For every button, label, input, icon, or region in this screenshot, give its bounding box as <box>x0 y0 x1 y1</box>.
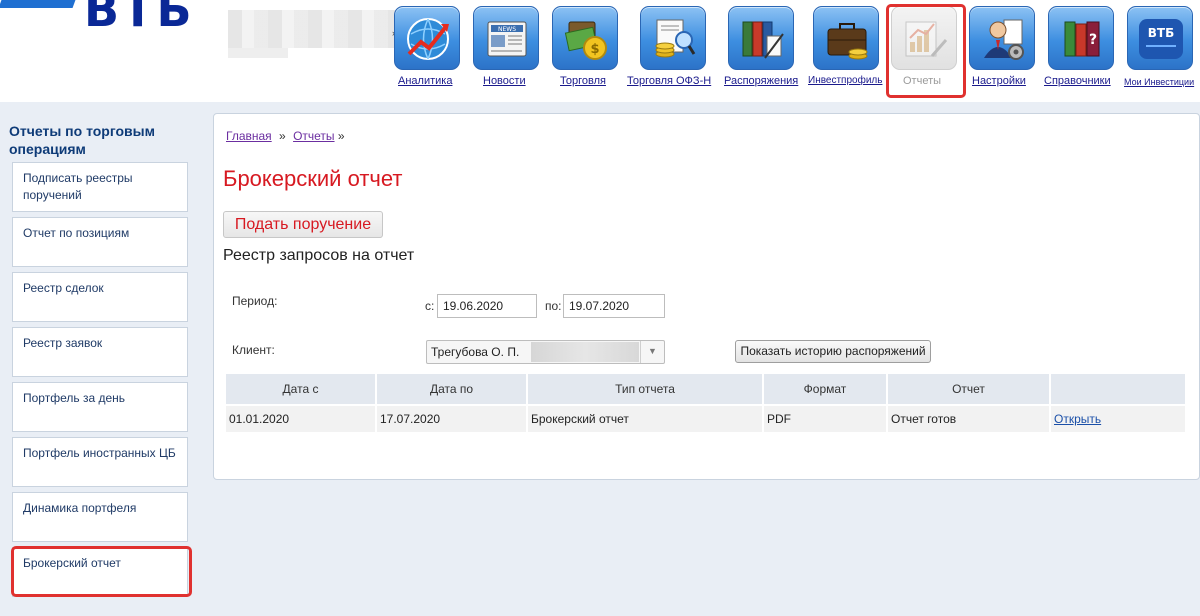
chevron-down-icon[interactable]: ▼ <box>640 341 664 363</box>
nav-tile-ofz[interactable] <box>640 6 706 70</box>
header: ВТБ » Аналитика NEWS <box>0 0 1200 102</box>
nav-label-trading[interactable]: Торговля <box>560 75 606 87</box>
period-to-label: по: <box>545 299 562 313</box>
nav-label-analytics[interactable]: Аналитика <box>398 75 452 87</box>
nav-tile-analytics[interactable] <box>394 6 460 70</box>
briefcase-coins-icon <box>827 23 868 60</box>
page-title: Брокерский отчет <box>223 166 403 191</box>
nav-tile-orders[interactable] <box>728 6 794 70</box>
sidebar-item-foreign-securities[interactable]: Портфель иностранных ЦБ <box>12 437 188 487</box>
blurred-account-info-2 <box>228 48 288 58</box>
sidebar-item-orders-register[interactable]: Реестр заявок <box>12 327 188 377</box>
breadcrumb-reports[interactable]: Отчеты <box>293 129 334 143</box>
nav-tile-reference[interactable]: ? <box>1048 6 1114 70</box>
svg-text:NEWS: NEWS <box>498 26 516 33</box>
nav-label-my-investments[interactable]: Мои Инвестиции <box>1124 77 1194 87</box>
cell-action: Открыть <box>1051 406 1185 432</box>
nav-tile-news[interactable]: NEWS <box>473 6 539 70</box>
show-orders-history-button[interactable]: Показать историю распоряжений <box>735 340 931 363</box>
client-name-blur <box>531 342 639 362</box>
nav-tile-settings[interactable] <box>969 6 1035 70</box>
orders-binders-icon <box>742 21 784 59</box>
column-header-report: Отчет <box>888 374 1049 404</box>
logo-text: ВТБ <box>84 0 195 37</box>
vtb-tile-text: ВТБ <box>1148 26 1174 40</box>
sidebar-item-trades-register[interactable]: Реестр сделок <box>12 272 188 322</box>
analytics-chart-icon <box>407 18 449 60</box>
svg-text:?: ? <box>1089 32 1097 48</box>
nav-tile-investprofile[interactable] <box>813 6 879 70</box>
nav-label-news[interactable]: Новости <box>483 75 526 87</box>
cell-date-from: 01.01.2020 <box>226 406 375 432</box>
reports-table: Дата с Дата по Тип отчета Формат Отчет 0… <box>224 374 1187 432</box>
sidebar-item-portfolio-dynamics[interactable]: Динамика портфеля <box>12 492 188 542</box>
cell-status: Отчет готов <box>888 406 1049 432</box>
sidebar-item-positions-report[interactable]: Отчет по позициям <box>12 217 188 267</box>
nav-label-reference[interactable]: Справочники <box>1044 75 1111 87</box>
column-header-format: Формат <box>764 374 886 404</box>
nav-label-investprofile[interactable]: Инвестпрофиль <box>808 75 882 86</box>
table-row: 01.01.2020 17.07.2020 Брокерский отчет P… <box>226 406 1185 432</box>
period-label: Период: <box>232 294 278 308</box>
reference-books-icon: ? <box>1064 21 1100 57</box>
nav-tile-my-investments[interactable]: ВТБ <box>1127 6 1193 70</box>
nav-label-orders[interactable]: Распоряжения <box>724 75 798 87</box>
highlight-reports-nav <box>886 4 966 98</box>
client-label: Клиент: <box>232 343 275 357</box>
sidebar-item-daily-portfolio[interactable]: Портфель за день <box>12 382 188 432</box>
column-header-date-to: Дата по <box>377 374 526 404</box>
vtb-logo-icon: ВТБ <box>1139 19 1183 59</box>
nav-label-settings[interactable]: Настройки <box>972 75 1026 87</box>
open-report-link[interactable]: Открыть <box>1054 412 1101 426</box>
trading-money-icon: $ <box>564 21 607 60</box>
settings-person-gear-icon <box>984 19 1024 60</box>
nav-label-ofz[interactable]: Торговля ОФЗ-Н <box>627 75 711 87</box>
period-from-label: с: <box>425 299 435 313</box>
period-from-field[interactable] <box>437 294 537 318</box>
client-select-value: Трегубова О. П. <box>431 345 520 359</box>
cell-date-to: 17.07.2020 <box>377 406 526 432</box>
breadcrumb-separator: » <box>337 129 345 143</box>
bonds-coins-icon <box>655 19 696 58</box>
sidebar-title: Отчеты по торговым операциям <box>9 123 155 157</box>
nav-tile-trading[interactable]: $ <box>552 6 618 70</box>
svg-text:$: $ <box>590 42 599 57</box>
period-to-field[interactable] <box>563 294 665 318</box>
breadcrumb-separator: » <box>279 129 286 143</box>
column-header-action <box>1051 374 1185 404</box>
vtb-logo[interactable]: ВТБ <box>0 0 192 36</box>
breadcrumb: Главная » Отчеты » <box>226 129 345 143</box>
section-title: Реестр запросов на отчет <box>223 247 415 264</box>
cell-report-type: Брокерский отчет <box>528 406 762 432</box>
news-newspaper-icon: NEWS <box>487 21 527 57</box>
client-select[interactable]: Трегубова О. П. ▼ <box>426 340 665 364</box>
breadcrumb-home[interactable]: Главная <box>226 129 272 143</box>
sidebar-item-sign-registers[interactable]: Подписать реестры поручений <box>12 162 188 212</box>
column-header-date-from: Дата с <box>226 374 375 404</box>
logo-bar <box>0 0 76 8</box>
blurred-account-info <box>228 10 398 48</box>
highlight-broker-report-item <box>11 546 192 597</box>
column-header-report-type: Тип отчета <box>528 374 762 404</box>
submit-order-button[interactable]: Подать поручение <box>223 211 383 238</box>
table-header-row: Дата с Дата по Тип отчета Формат Отчет <box>226 374 1185 404</box>
cell-format: PDF <box>764 406 886 432</box>
